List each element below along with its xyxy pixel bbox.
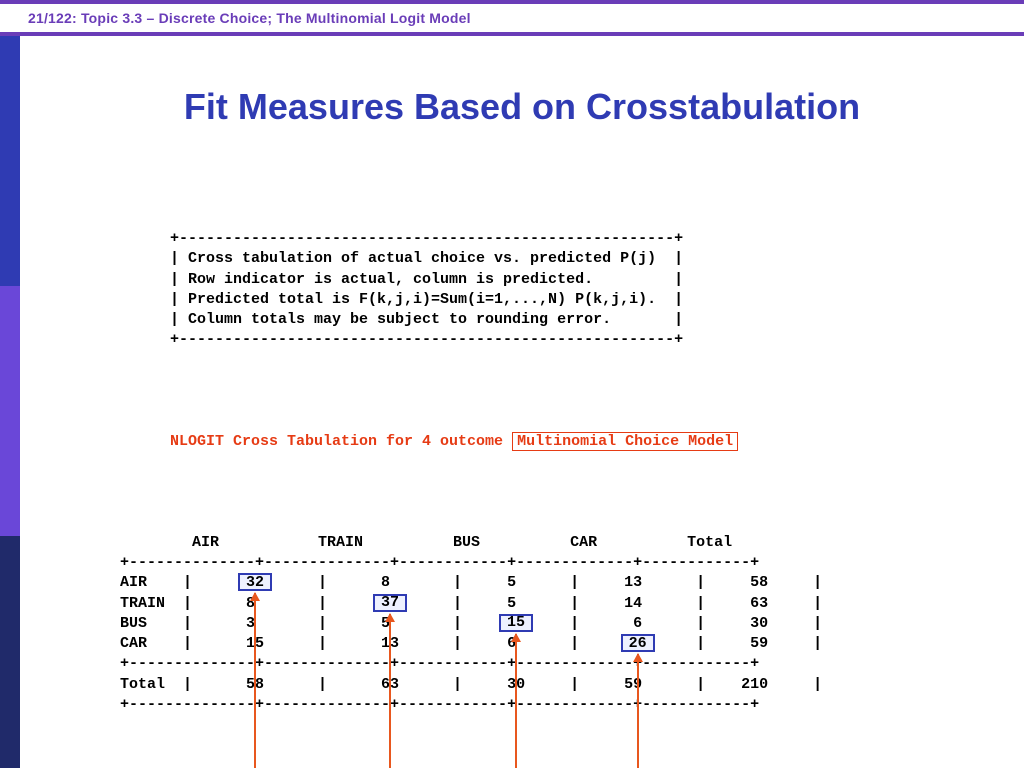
- section1-table: AIR TRAIN BUS CAR Total +--------------+…: [120, 533, 994, 715]
- slide-counter-title: 21/122: Topic 3.3 – Discrete Choice; The…: [28, 10, 471, 26]
- left-bar-blue: [0, 36, 20, 286]
- output-block: +---------------------------------------…: [50, 148, 994, 768]
- model-label: NLOGIT Cross Tabulation for 4 outcome: [170, 433, 512, 450]
- section1-label-line: NLOGIT Cross Tabulation for 4 outcome Mu…: [170, 432, 994, 452]
- slide-content: Fit Measures Based on Crosstabulation +-…: [20, 36, 1024, 768]
- desc-box: +---------------------------------------…: [170, 229, 994, 351]
- model-name-box: Multinomial Choice Model: [512, 432, 738, 451]
- slide-title: Fit Measures Based on Crosstabulation: [50, 86, 994, 128]
- slide-header: 21/122: Topic 3.3 – Discrete Choice; The…: [0, 4, 1024, 32]
- left-bar-purple: [0, 286, 20, 536]
- left-bar-navy: [0, 536, 20, 768]
- slide-page: 21/122: Topic 3.3 – Discrete Choice; The…: [0, 0, 1024, 768]
